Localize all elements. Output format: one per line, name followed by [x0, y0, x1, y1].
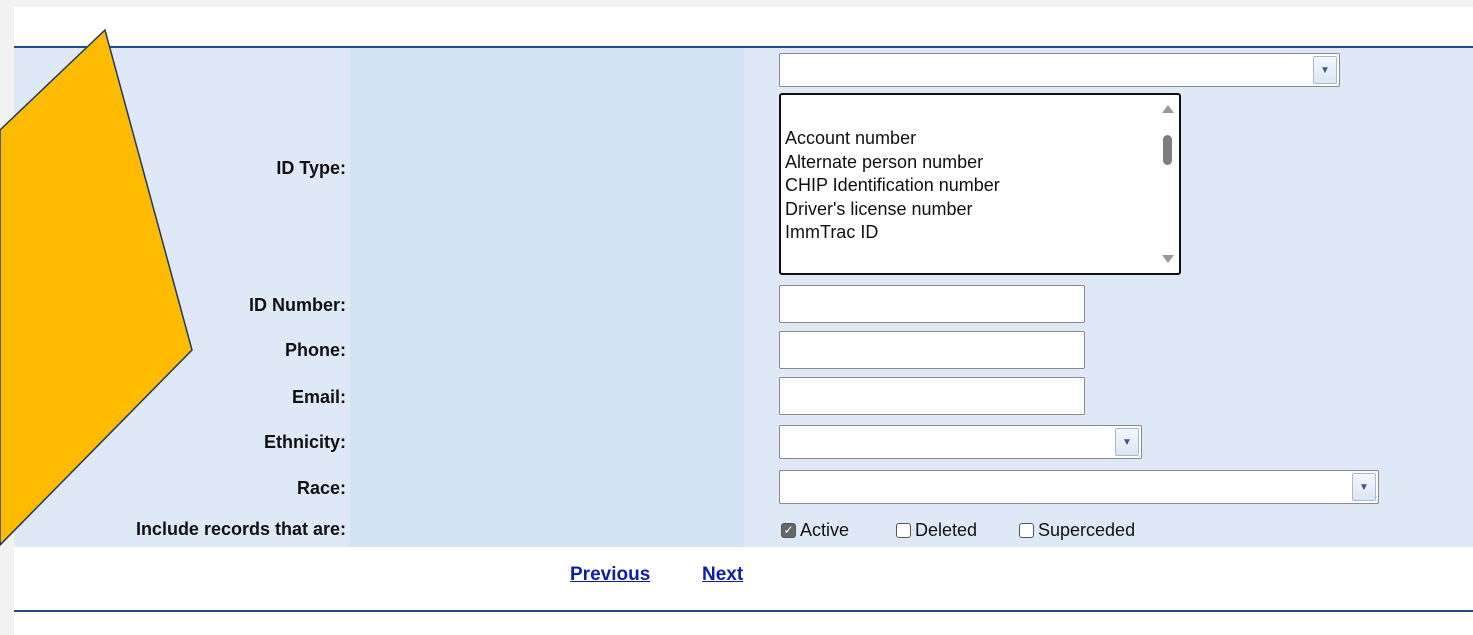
race-label: Race: — [296, 478, 346, 498]
id-type-option[interactable]: ImmTrac ID — [785, 221, 1000, 245]
superceded-checkbox[interactable]: Superceded — [1019, 519, 1135, 541]
form-spacer-column — [350, 48, 744, 547]
page: ID Type: ID Number: Phone: Email: Ethnic… — [14, 7, 1473, 635]
id-number-label: ID Number: — [248, 295, 346, 315]
superceded-checkbox-label: Superceded — [1038, 519, 1136, 540]
deleted-checkbox[interactable]: Deleted — [896, 519, 977, 541]
active-checkbox-label: Active — [800, 519, 850, 540]
active-checkbox[interactable]: ✓ Active — [781, 519, 849, 541]
phone-label: Phone: — [285, 340, 346, 360]
phone-input[interactable] — [779, 331, 1085, 369]
scrollbar-thumb[interactable] — [1163, 135, 1172, 165]
deleted-checkbox-label: Deleted — [915, 519, 978, 540]
checkmark-icon[interactable]: ✓ — [781, 522, 796, 538]
chevron-down-icon[interactable]: ▼ — [1352, 473, 1376, 501]
ethnicity-label: Ethnicity: — [263, 432, 346, 452]
id-type-label: ID Type: — [276, 158, 346, 178]
id-type-option[interactable]: Driver's license number — [785, 198, 1000, 222]
race-select[interactable]: ▼ — [779, 470, 1379, 504]
next-link[interactable]: Next — [702, 564, 743, 586]
bottom-divider — [14, 610, 1473, 612]
id-type-option[interactable]: Account number — [785, 127, 1000, 151]
id-type-select[interactable]: ▼ — [779, 53, 1340, 87]
email-label: Email: — [291, 387, 346, 407]
email-input[interactable] — [779, 377, 1085, 415]
id-number-input[interactable] — [779, 285, 1085, 323]
id-type-options-list[interactable]: Account number Alternate person number C… — [779, 93, 1181, 275]
options-scrollbar[interactable] — [1157, 95, 1179, 273]
scroll-up-arrow-icon[interactable] — [1162, 105, 1174, 113]
callout-arrow-icon — [0, 28, 193, 547]
id-type-option[interactable]: CHIP Identification number — [785, 174, 1000, 198]
previous-link[interactable]: Previous — [570, 564, 650, 586]
checkbox-box[interactable] — [1019, 522, 1034, 538]
checkbox-box[interactable] — [896, 522, 911, 538]
id-type-option[interactable]: Alternate person number — [785, 151, 1000, 175]
chevron-down-icon[interactable]: ▼ — [1115, 428, 1139, 456]
chevron-down-icon[interactable]: ▼ — [1313, 56, 1337, 84]
scroll-down-arrow-icon[interactable] — [1162, 255, 1174, 263]
ethnicity-select[interactable]: ▼ — [779, 425, 1142, 459]
